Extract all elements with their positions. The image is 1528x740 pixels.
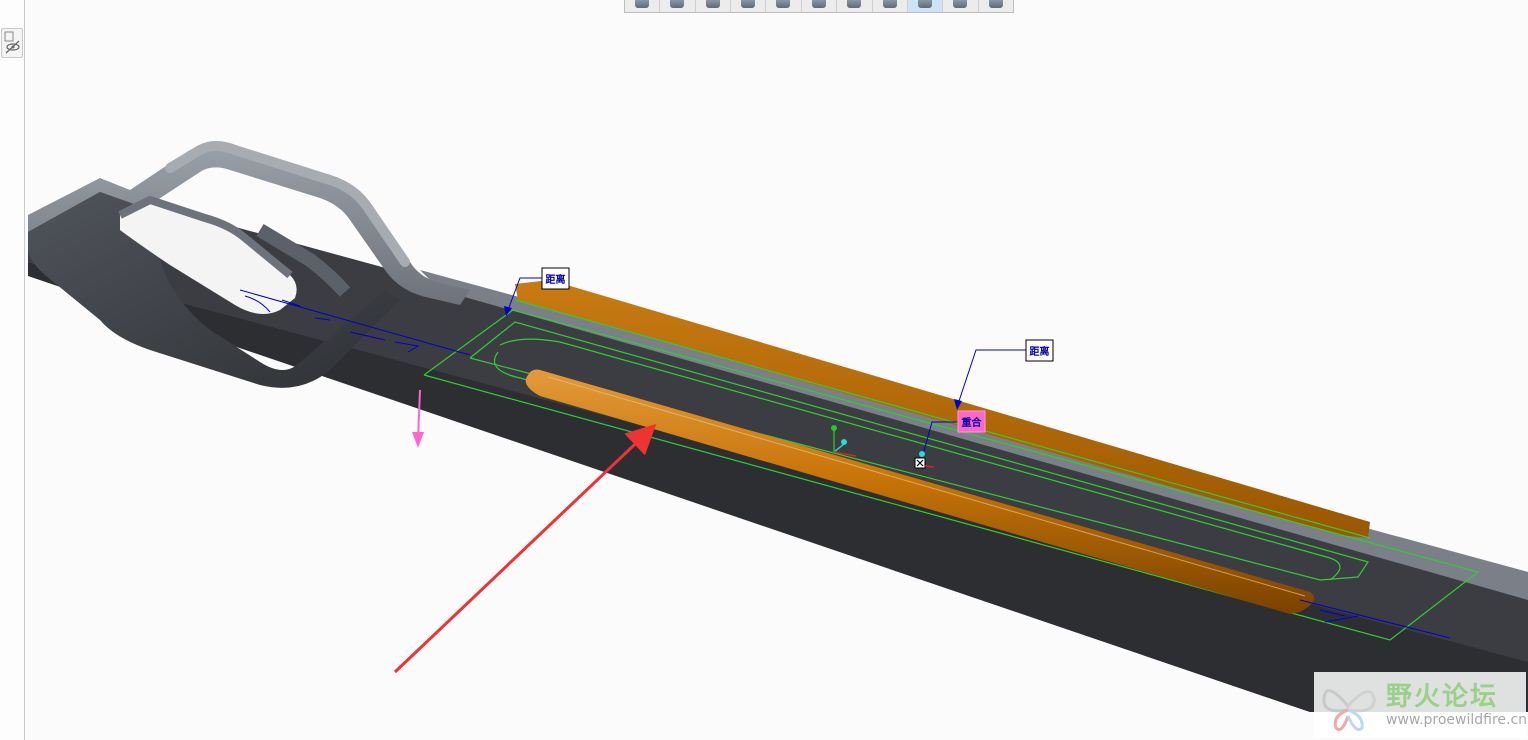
distance-tag-2[interactable]: 距离	[1025, 339, 1054, 362]
distance-tag-1-label: 距离	[546, 273, 566, 286]
coincident-tag[interactable]: 重合	[957, 410, 986, 433]
watermark-url: www.proewildfire.cn	[1386, 712, 1528, 728]
butterfly-logo-icon	[1322, 689, 1376, 731]
distance-tag-1[interactable]: 距离	[541, 267, 570, 290]
forum-watermark: 野火论坛 www.proewildfire.cn	[1314, 672, 1528, 738]
coincident-tag-label: 重合	[962, 416, 983, 429]
model-viewport[interactable]: 距离 距离 重合	[0, 0, 1528, 740]
red-pointer-arrow	[393, 423, 657, 674]
watermark-title: 野火论坛	[1386, 682, 1499, 712]
distance-tag-2-label: 距离	[1030, 345, 1050, 358]
